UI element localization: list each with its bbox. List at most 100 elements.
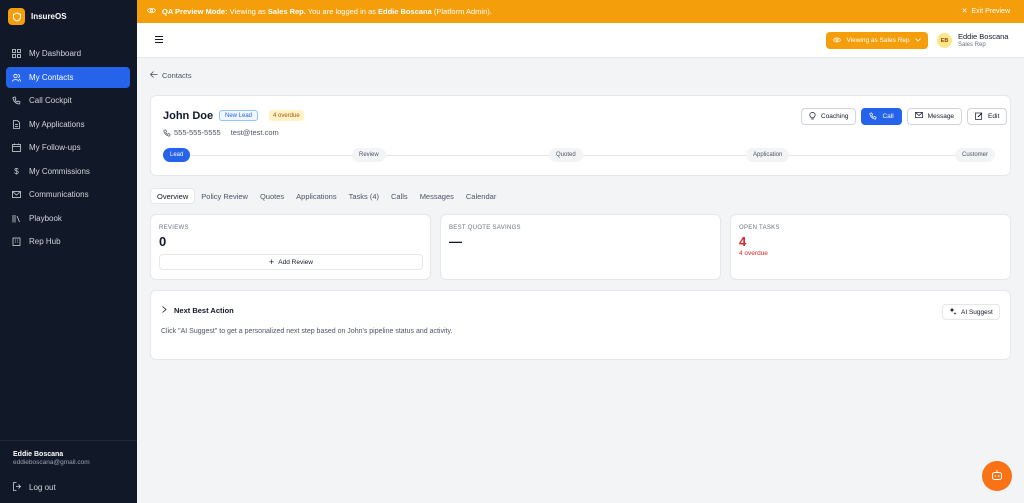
sidebar-item-applications[interactable]: My Applications (6, 114, 130, 135)
tab-calls[interactable]: Calls (385, 188, 414, 204)
file-icon (12, 119, 21, 129)
sidebar-item-rep-hub[interactable]: Rep Hub (6, 231, 130, 252)
top-header: Viewing as Sales Rep EB Eddie Boscana Sa… (137, 23, 1024, 58)
assistant-button[interactable] (982, 461, 1012, 491)
tab-applications[interactable]: Applications (290, 188, 342, 204)
sidebar-item-follow-ups[interactable]: My Follow-ups (6, 137, 130, 158)
sidebar-item-contacts[interactable]: My Contacts (6, 66, 130, 88)
edit-icon (975, 112, 983, 122)
sidebar-item-label: My Applications (29, 119, 85, 129)
ai-suggest-button[interactable]: AI Suggest (942, 304, 1000, 320)
contact-meta: 555-555-5555 test@test.com (163, 128, 279, 137)
edit-button[interactable]: Edit (967, 108, 1008, 125)
contact-tabs: Overview Policy Review Quotes Applicatio… (150, 187, 502, 205)
phone-icon (163, 128, 171, 137)
call-button[interactable]: Call (861, 108, 902, 125)
coaching-button[interactable]: Coaching (801, 108, 857, 125)
sidebar-item-label: Playbook (29, 213, 62, 223)
message-button[interactable]: Message (906, 108, 963, 125)
pipeline-tracker: Lead Review Quoted Application Customer (163, 148, 999, 162)
banner-text-prefix: Viewing as (229, 7, 266, 16)
sidebar-item-label: Communications (29, 190, 89, 199)
chevron-down-icon (914, 37, 921, 44)
sidebar-item-playbook[interactable]: Playbook (6, 208, 130, 229)
tab-messages[interactable]: Messages (414, 188, 460, 204)
users-icon (12, 73, 21, 82)
pipeline-stage-customer[interactable]: Customer (955, 148, 996, 162)
logout-label: Log out (29, 483, 56, 492)
pipeline-stage-application[interactable]: Application (746, 148, 790, 162)
header-user-role: Sales Rep (958, 42, 986, 48)
banner-mode-label: QA Preview Mode: (162, 7, 228, 16)
logout-icon (13, 482, 22, 493)
arrow-left-icon (149, 71, 158, 80)
header-user[interactable]: Eddie Boscana Sales Rep (958, 32, 1008, 48)
plus-icon: + (269, 257, 275, 267)
logout-button[interactable]: Log out (13, 482, 56, 493)
sidebar-item-call-cockpit[interactable]: Call Cockpit (6, 90, 130, 111)
open-tasks-card: OPEN TASKS 4 4 overdue (730, 214, 1011, 280)
contact-phone[interactable]: 555-555-5555 (163, 128, 221, 137)
eye-icon (147, 6, 156, 17)
mail-icon (12, 190, 21, 199)
viewing-as-label: Viewing as Sales Rep (846, 37, 910, 44)
chevron-right-icon (162, 306, 167, 315)
savings-label: BEST QUOTE SAVINGS (449, 225, 521, 231)
next-best-action-description: Click "AI Suggest" to get a personalized… (161, 328, 453, 335)
mail-icon (914, 112, 923, 121)
calendar-icon (12, 143, 21, 152)
brand-name: InsureOS (31, 12, 67, 21)
sparkles-icon (949, 307, 957, 317)
contact-name: John Doe (163, 110, 214, 122)
coaching-label: Coaching (821, 113, 849, 120)
message-label: Message (927, 113, 955, 120)
sidebar-item-communications[interactable]: Communications (6, 184, 130, 205)
exit-preview-button[interactable]: ✕ Exit Preview (962, 7, 1010, 16)
dollar-icon: $ (14, 166, 19, 176)
sidebar-item-commissions[interactable]: $ My Commissions (6, 161, 130, 182)
call-label: Call (882, 113, 894, 120)
menu-icon[interactable] (155, 36, 163, 45)
sidebar-item-label: My Follow-ups (29, 143, 81, 152)
banner-role: Sales Rep. (267, 7, 306, 16)
back-label: Contacts (162, 71, 192, 80)
dashboard-icon (12, 49, 21, 58)
sidebar-user: Eddie Boscana eddieboscana@gmail.com (13, 451, 90, 466)
add-review-label: Add Review (278, 258, 313, 266)
tab-overview[interactable]: Overview (150, 188, 196, 204)
brand[interactable]: InsureOS (8, 8, 67, 25)
viewing-as-dropdown[interactable]: Viewing as Sales Rep (826, 32, 928, 49)
eye-icon (833, 36, 842, 46)
library-icon (12, 214, 21, 223)
lightbulb-icon (809, 111, 816, 122)
avatar[interactable]: EB (937, 33, 952, 48)
pipeline-stage-lead[interactable]: Lead (163, 148, 191, 162)
pipeline-stage-review[interactable]: Review (352, 148, 386, 162)
status-badge: New Lead (219, 110, 259, 121)
contact-phone-value: 555-555-5555 (174, 128, 221, 137)
add-review-button[interactable]: + Add Review (159, 254, 423, 270)
shield-logo-icon (8, 8, 25, 25)
sidebar-item-dashboard[interactable]: My Dashboard (6, 43, 130, 64)
next-best-action-toggle[interactable]: Next Best Action (162, 306, 234, 315)
phone-icon (12, 96, 21, 105)
savings-value: — (449, 234, 462, 249)
best-quote-savings-card: BEST QUOTE SAVINGS — (440, 214, 721, 280)
exit-preview-label: Exit Preview (971, 7, 1010, 15)
tab-calendar[interactable]: Calendar (460, 188, 502, 204)
contact-email[interactable]: test@test.com (231, 128, 279, 137)
sidebar-nav: My Dashboard My Contacts Call Cockpit My… (6, 43, 130, 255)
overdue-badge: 4 overdue (269, 110, 304, 121)
tab-tasks[interactable]: Tasks (4) (343, 188, 385, 204)
sidebar-user-name: Eddie Boscana (13, 451, 64, 458)
qa-preview-banner: QA Preview Mode: Viewing as Sales Rep. Y… (137, 0, 1024, 23)
building-icon (12, 237, 21, 246)
back-to-contacts-link[interactable]: Contacts (149, 71, 192, 80)
tab-policy-review[interactable]: Policy Review (195, 188, 254, 204)
bot-icon (991, 469, 1003, 483)
sidebar-divider (0, 440, 137, 441)
sidebar-item-label: My Commissions (29, 166, 90, 176)
pipeline-stage-quoted[interactable]: Quoted (549, 148, 583, 162)
tab-quotes[interactable]: Quotes (254, 188, 290, 204)
reviews-label: REVIEWS (159, 225, 189, 231)
